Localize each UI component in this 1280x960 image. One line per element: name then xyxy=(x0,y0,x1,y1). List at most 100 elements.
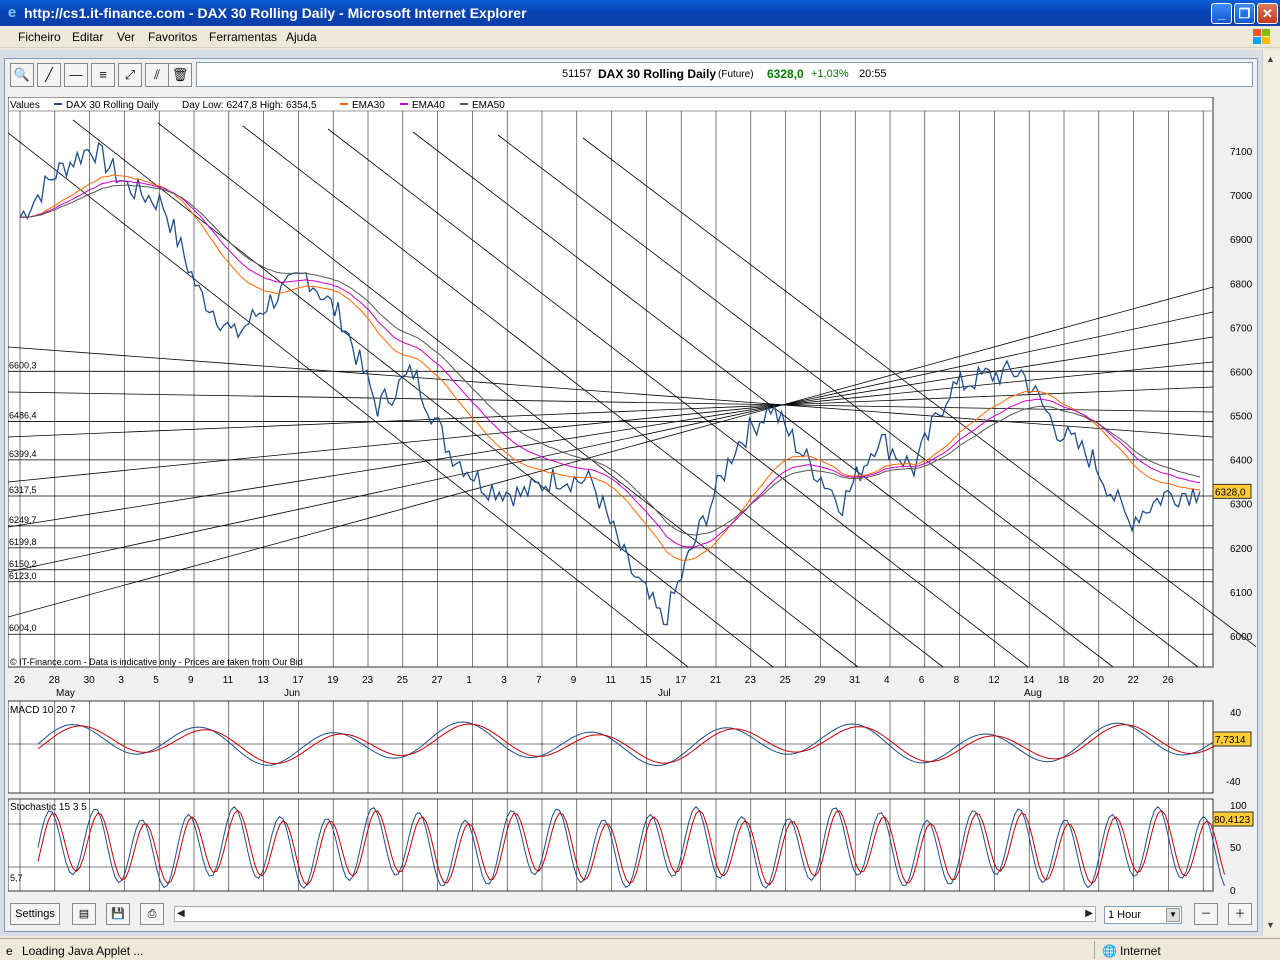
zoom-in-icon[interactable]: ＋ xyxy=(1228,903,1252,925)
window-title: http://cs1.it-finance.com - DAX 30 Rolli… xyxy=(24,5,527,21)
legend-price-swatch xyxy=(54,103,62,105)
x-tick-label: 18 xyxy=(1058,675,1070,686)
stochastic-y-tick: 100 xyxy=(1230,801,1247,812)
legend-values: Values xyxy=(10,100,40,111)
x-tick-label: 5 xyxy=(153,675,159,686)
fibonacci-icon[interactable]: ≡ xyxy=(91,63,115,87)
x-tick-label: 19 xyxy=(327,675,339,686)
disclaimer: © IT-Finance.com - Data is indicative on… xyxy=(10,657,303,667)
quote-time: 20:55 xyxy=(859,68,887,80)
quote-header: 51157 DAX 30 Rolling Daily (Future) 6328… xyxy=(196,62,1253,87)
x-tick-label: 11 xyxy=(223,675,234,686)
vertical-scrollbar[interactable]: ▲ ▼ xyxy=(1262,50,1280,936)
maximize-button[interactable]: ❐ xyxy=(1234,3,1255,24)
legend-ema50-swatch xyxy=(460,103,468,105)
stochastic-value-label: 80,4123 xyxy=(1214,815,1251,826)
menu-ver[interactable]: Ver xyxy=(117,30,135,44)
macd-panel xyxy=(8,700,1214,794)
y-tick-label: 6500 xyxy=(1230,412,1253,423)
status-zone: Internet xyxy=(1120,944,1161,958)
last-price-label: 6328,0 xyxy=(1215,487,1246,498)
zoom-icon[interactable]: 🔍 xyxy=(10,63,34,87)
legend-range: Day Low: 6247,8 High: 6354,5 xyxy=(182,100,317,111)
x-month-label: Jun xyxy=(284,688,300,699)
macd-value-label: 7,7314 xyxy=(1215,735,1246,746)
x-tick-label: 1 xyxy=(466,675,472,686)
zoom-out-icon[interactable]: － xyxy=(1194,903,1218,925)
y-tick-label: 6200 xyxy=(1230,544,1253,555)
menu-favoritos[interactable]: Favoritos xyxy=(148,30,197,44)
macd-y-tick: -40 xyxy=(1226,777,1241,788)
x-tick-label: 13 xyxy=(258,675,270,686)
y-tick-label: 6600 xyxy=(1230,367,1253,378)
title-bar[interactable]: e http://cs1.it-finance.com - DAX 30 Rol… xyxy=(0,0,1280,26)
windows-logo-icon xyxy=(1253,29,1270,44)
x-tick-label: 27 xyxy=(432,675,444,686)
legend-series: DAX 30 Rolling Daily xyxy=(66,100,159,111)
x-tick-label: 8 xyxy=(954,675,960,686)
stochastic-y-tick: 50 xyxy=(1230,843,1242,854)
x-tick-label: 23 xyxy=(745,675,757,686)
settings-button[interactable]: Settings xyxy=(10,903,60,925)
x-tick-label: 4 xyxy=(884,675,890,686)
parallel-lines-icon[interactable]: ⫽ xyxy=(145,63,169,87)
horizontal-line-icon[interactable]: — xyxy=(64,63,88,87)
minimize-button[interactable]: _ xyxy=(1211,3,1232,24)
menu-ajuda[interactable]: Ajuda xyxy=(286,30,317,44)
x-tick-label: 15 xyxy=(640,675,652,686)
export-icon[interactable]: ▤ xyxy=(72,903,96,925)
chevron-down-icon[interactable]: ▼ xyxy=(1166,908,1180,922)
menu-bar: Ficheiro Editar Ver Favoritos Ferramenta… xyxy=(0,26,1280,48)
x-month-label: Aug xyxy=(1024,688,1042,699)
save-icon[interactable]: 💾 xyxy=(106,903,130,925)
y-tick-label: 7000 xyxy=(1230,191,1253,202)
x-tick-label: 14 xyxy=(1023,675,1035,686)
support-level-label: 6486,4 xyxy=(9,411,37,421)
x-tick-label: 28 xyxy=(49,675,61,686)
x-tick-label: 12 xyxy=(988,675,1000,686)
legend-ema40: EMA40 xyxy=(412,100,445,111)
channel-icon[interactable]: ⤢ xyxy=(118,63,142,87)
status-separator xyxy=(1094,941,1095,959)
x-month-label: May xyxy=(56,688,75,699)
status-ie-icon: e xyxy=(6,944,13,958)
scroll-right-icon[interactable]: ▶ xyxy=(1085,908,1093,919)
y-tick-label: 6800 xyxy=(1230,279,1253,290)
interval-select[interactable]: 1 Hour ▼ xyxy=(1104,906,1182,924)
scroll-down-icon[interactable]: ▼ xyxy=(1266,920,1275,930)
y-tick-label: 6100 xyxy=(1230,588,1253,599)
trendline-icon[interactable]: ╱ xyxy=(37,63,61,87)
close-button[interactable]: ✕ xyxy=(1257,3,1278,24)
support-level-label: 6600,3 xyxy=(9,360,37,370)
x-tick-label: 9 xyxy=(188,675,194,686)
scroll-up-icon[interactable]: ▲ xyxy=(1266,54,1275,64)
ie-icon: e xyxy=(7,4,17,21)
status-text: Loading Java Applet ... xyxy=(22,944,144,958)
menu-ficheiro[interactable]: Ficheiro xyxy=(18,30,61,44)
chart-svg[interactable]: 7100700069006800670066006500640063006200… xyxy=(8,97,1256,897)
x-tick-label: 3 xyxy=(118,675,124,686)
quote-type: (Future) xyxy=(718,69,754,80)
x-tick-label: 25 xyxy=(780,675,792,686)
menu-ferramentas[interactable]: Ferramentas xyxy=(209,30,277,44)
quote-price: 6328,0 xyxy=(767,67,804,81)
globe-icon: 🌐 xyxy=(1102,944,1117,958)
scroll-left-icon[interactable]: ◀ xyxy=(177,908,185,919)
x-month-label: Jul xyxy=(658,688,671,699)
horizontal-scrollbar[interactable]: ◀ ▶ xyxy=(174,906,1096,922)
support-level-label: 6317,5 xyxy=(9,485,37,495)
legend-ema50: EMA50 xyxy=(472,100,505,111)
print-icon[interactable]: ⎙ xyxy=(140,903,164,925)
interval-value: 1 Hour xyxy=(1108,909,1142,921)
y-tick-label: 6900 xyxy=(1230,235,1253,246)
menu-editar[interactable]: Editar xyxy=(72,30,103,44)
x-tick-label: 23 xyxy=(362,675,374,686)
support-level-label: 6399,4 xyxy=(9,449,37,459)
legend-ema30: EMA30 xyxy=(352,100,385,111)
x-tick-label: 9 xyxy=(571,675,577,686)
trash-icon[interactable]: 🗑 xyxy=(168,63,192,87)
x-tick-label: 20 xyxy=(1093,675,1105,686)
x-tick-label: 17 xyxy=(292,675,304,686)
chart-bottom-bar: Settings ▤ 💾 ⎙ ◀ ▶ 1 Hour ▼ － ＋ xyxy=(6,900,1256,928)
y-tick-label: 6700 xyxy=(1230,323,1253,334)
